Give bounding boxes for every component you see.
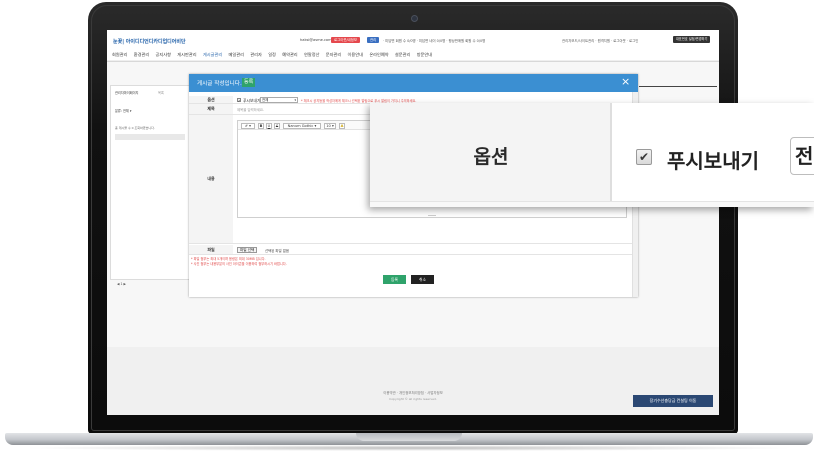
nav-item[interactable]: 설문관리 <box>395 52 410 57</box>
nav-item[interactable]: 일정 <box>268 52 276 57</box>
zoom-push-label: 푸시보내기 <box>667 149 759 173</box>
zoom-option-label: 옵션 <box>473 145 509 168</box>
header-stats: · 미답변 회원 수 0/0명 · 미답변 네이 0/0명 · 평상판매원 회원… <box>383 39 486 43</box>
nav-item[interactable]: 메일관리 <box>229 52 244 57</box>
divider <box>639 86 717 87</box>
user-email: haksi@asme.com <box>300 38 332 42</box>
pen-icon[interactable]: ✐ ▾ <box>241 122 255 129</box>
cancel-button[interactable]: 취소 <box>411 275 434 284</box>
zoom-checkbox-icon[interactable]: ✔ <box>636 149 652 165</box>
table-header <box>115 134 185 140</box>
logout-button[interactable]: 로그아웃/내정보 <box>331 37 360 43</box>
panel-tab-mypage[interactable]: 관리자마이페이지 <box>115 90 138 95</box>
photo-notice: * 사진 첨부는 내용부분의 사진 아이콘을 이용하여 첨부하시기 바랍니다. <box>191 262 287 266</box>
copyright: Copyright © all rights reserved. <box>389 397 437 401</box>
font-select[interactable]: Nanum Gothic ▾ <box>283 122 321 129</box>
title-label: 제목 <box>189 104 233 114</box>
push-target-select[interactable]: 전체 <box>260 96 298 103</box>
nav-item[interactable]: 이용안내 <box>348 52 363 57</box>
laptop-screen: 눈꽃| 아이디디언디카디업디어비단 haksi@asme.com 로그아웃/내정… <box>107 30 719 415</box>
left-panel: 관리자마이페이지 목록 분류: 전체 ▾ 총 게시물 수 0 조회하였습니다. <box>110 85 190 280</box>
resize-handle[interactable] <box>428 214 436 216</box>
webcam-icon <box>411 15 418 22</box>
app-header: 눈꽃| 아이디디언디카디업디어비단 haksi@asme.com 로그아웃/내정… <box>107 30 719 60</box>
file-status: 선택된 파일 없음 <box>265 248 289 253</box>
nav-item[interactable]: 회원관리 <box>112 52 127 57</box>
zoom-callout: 옵션 ✔ 푸시보내기 전 <box>370 103 814 207</box>
register-button[interactable]: 등록 <box>383 275 406 284</box>
modal-title: 게시글 작성입니다. <box>197 81 242 87</box>
content-label: 내용 <box>189 115 233 243</box>
nav-item[interactable]: 온라인예약 <box>369 52 388 57</box>
font-size-select[interactable]: 10 ▾ <box>324 122 336 129</box>
shortcut-button[interactable]: 대표번호 설정/변경하기 <box>673 36 711 43</box>
file-label: 파일 <box>189 245 233 254</box>
nav-item-active[interactable]: 게시글관리 <box>203 52 222 57</box>
push-notice: * 체크시 공지등을 작성자에게 체크시 선택된 알림으로 푸시 알림이 가지니… <box>301 98 417 103</box>
zoom-push-select[interactable]: 전 <box>790 137 814 175</box>
consult-button[interactable]: 장기수선충당금 컨설팅 이동 <box>633 395 713 407</box>
zoom-row-divider <box>370 201 814 207</box>
title-input[interactable]: 제목을 입력하세요. <box>237 107 264 112</box>
top-nav: 회원관리 환경관리 공지사항 게시판관리 게시글관리 메일관리 관리자 일정 예… <box>112 52 437 58</box>
nav-item[interactable]: 연말정산 <box>304 52 319 57</box>
file-row: 파일 파일 선택 선택된 파일 없음 <box>189 245 632 255</box>
post-count: 총 게시물 수 0 조회하였습니다. <box>115 126 155 130</box>
nav-item[interactable]: 방문안내 <box>417 52 432 57</box>
admin-mode-button[interactable]: 관리 <box>367 37 380 43</box>
file-choose-button[interactable]: 파일 선택 <box>237 247 258 253</box>
nav-item[interactable]: 문자관리 <box>326 52 341 57</box>
strike-button[interactable]: S <box>274 122 280 129</box>
modal-badge: 등록 <box>242 78 256 87</box>
laptop-shadow <box>20 445 798 451</box>
nav-item[interactable]: 게시판관리 <box>177 52 196 57</box>
nav-item[interactable]: 관리자 <box>250 52 262 57</box>
text-color-icon[interactable]: A <box>339 122 345 129</box>
footer <box>107 347 719 415</box>
site-logo[interactable]: 눈꽃| 아이디디언디카디업디어비단 <box>113 38 186 45</box>
footer-links[interactable]: 이용약관 · 개인정보처리방침 · 사업자정보 <box>107 390 719 395</box>
nav-item[interactable]: 환경관리 <box>134 52 149 57</box>
utility-links[interactable]: 관리자모드/사이트관리 · 원격지원 · 로그아웃 · 로그인 <box>562 38 638 43</box>
nav-item[interactable]: 예약관리 <box>282 52 297 57</box>
bold-button[interactable]: B <box>258 122 264 129</box>
modal-header: 게시글 작성입니다. 등록 × <box>189 74 638 92</box>
panel-tab-list[interactable]: 목록 <box>158 90 164 95</box>
close-icon[interactable]: × <box>621 76 630 88</box>
push-checkbox[interactable]: ✔ <box>237 98 241 103</box>
nav-item[interactable]: 공지사항 <box>156 52 171 57</box>
pagination[interactable]: ◀ 1 ▶ <box>117 282 126 286</box>
laptop-notch <box>356 433 462 441</box>
option-label: 옵션 <box>189 96 233 103</box>
push-checkbox-label: 푸시보내기 <box>243 97 261 103</box>
category-select[interactable]: 분류: 전체 ▾ <box>115 108 131 113</box>
underline-button[interactable]: U <box>266 122 272 129</box>
